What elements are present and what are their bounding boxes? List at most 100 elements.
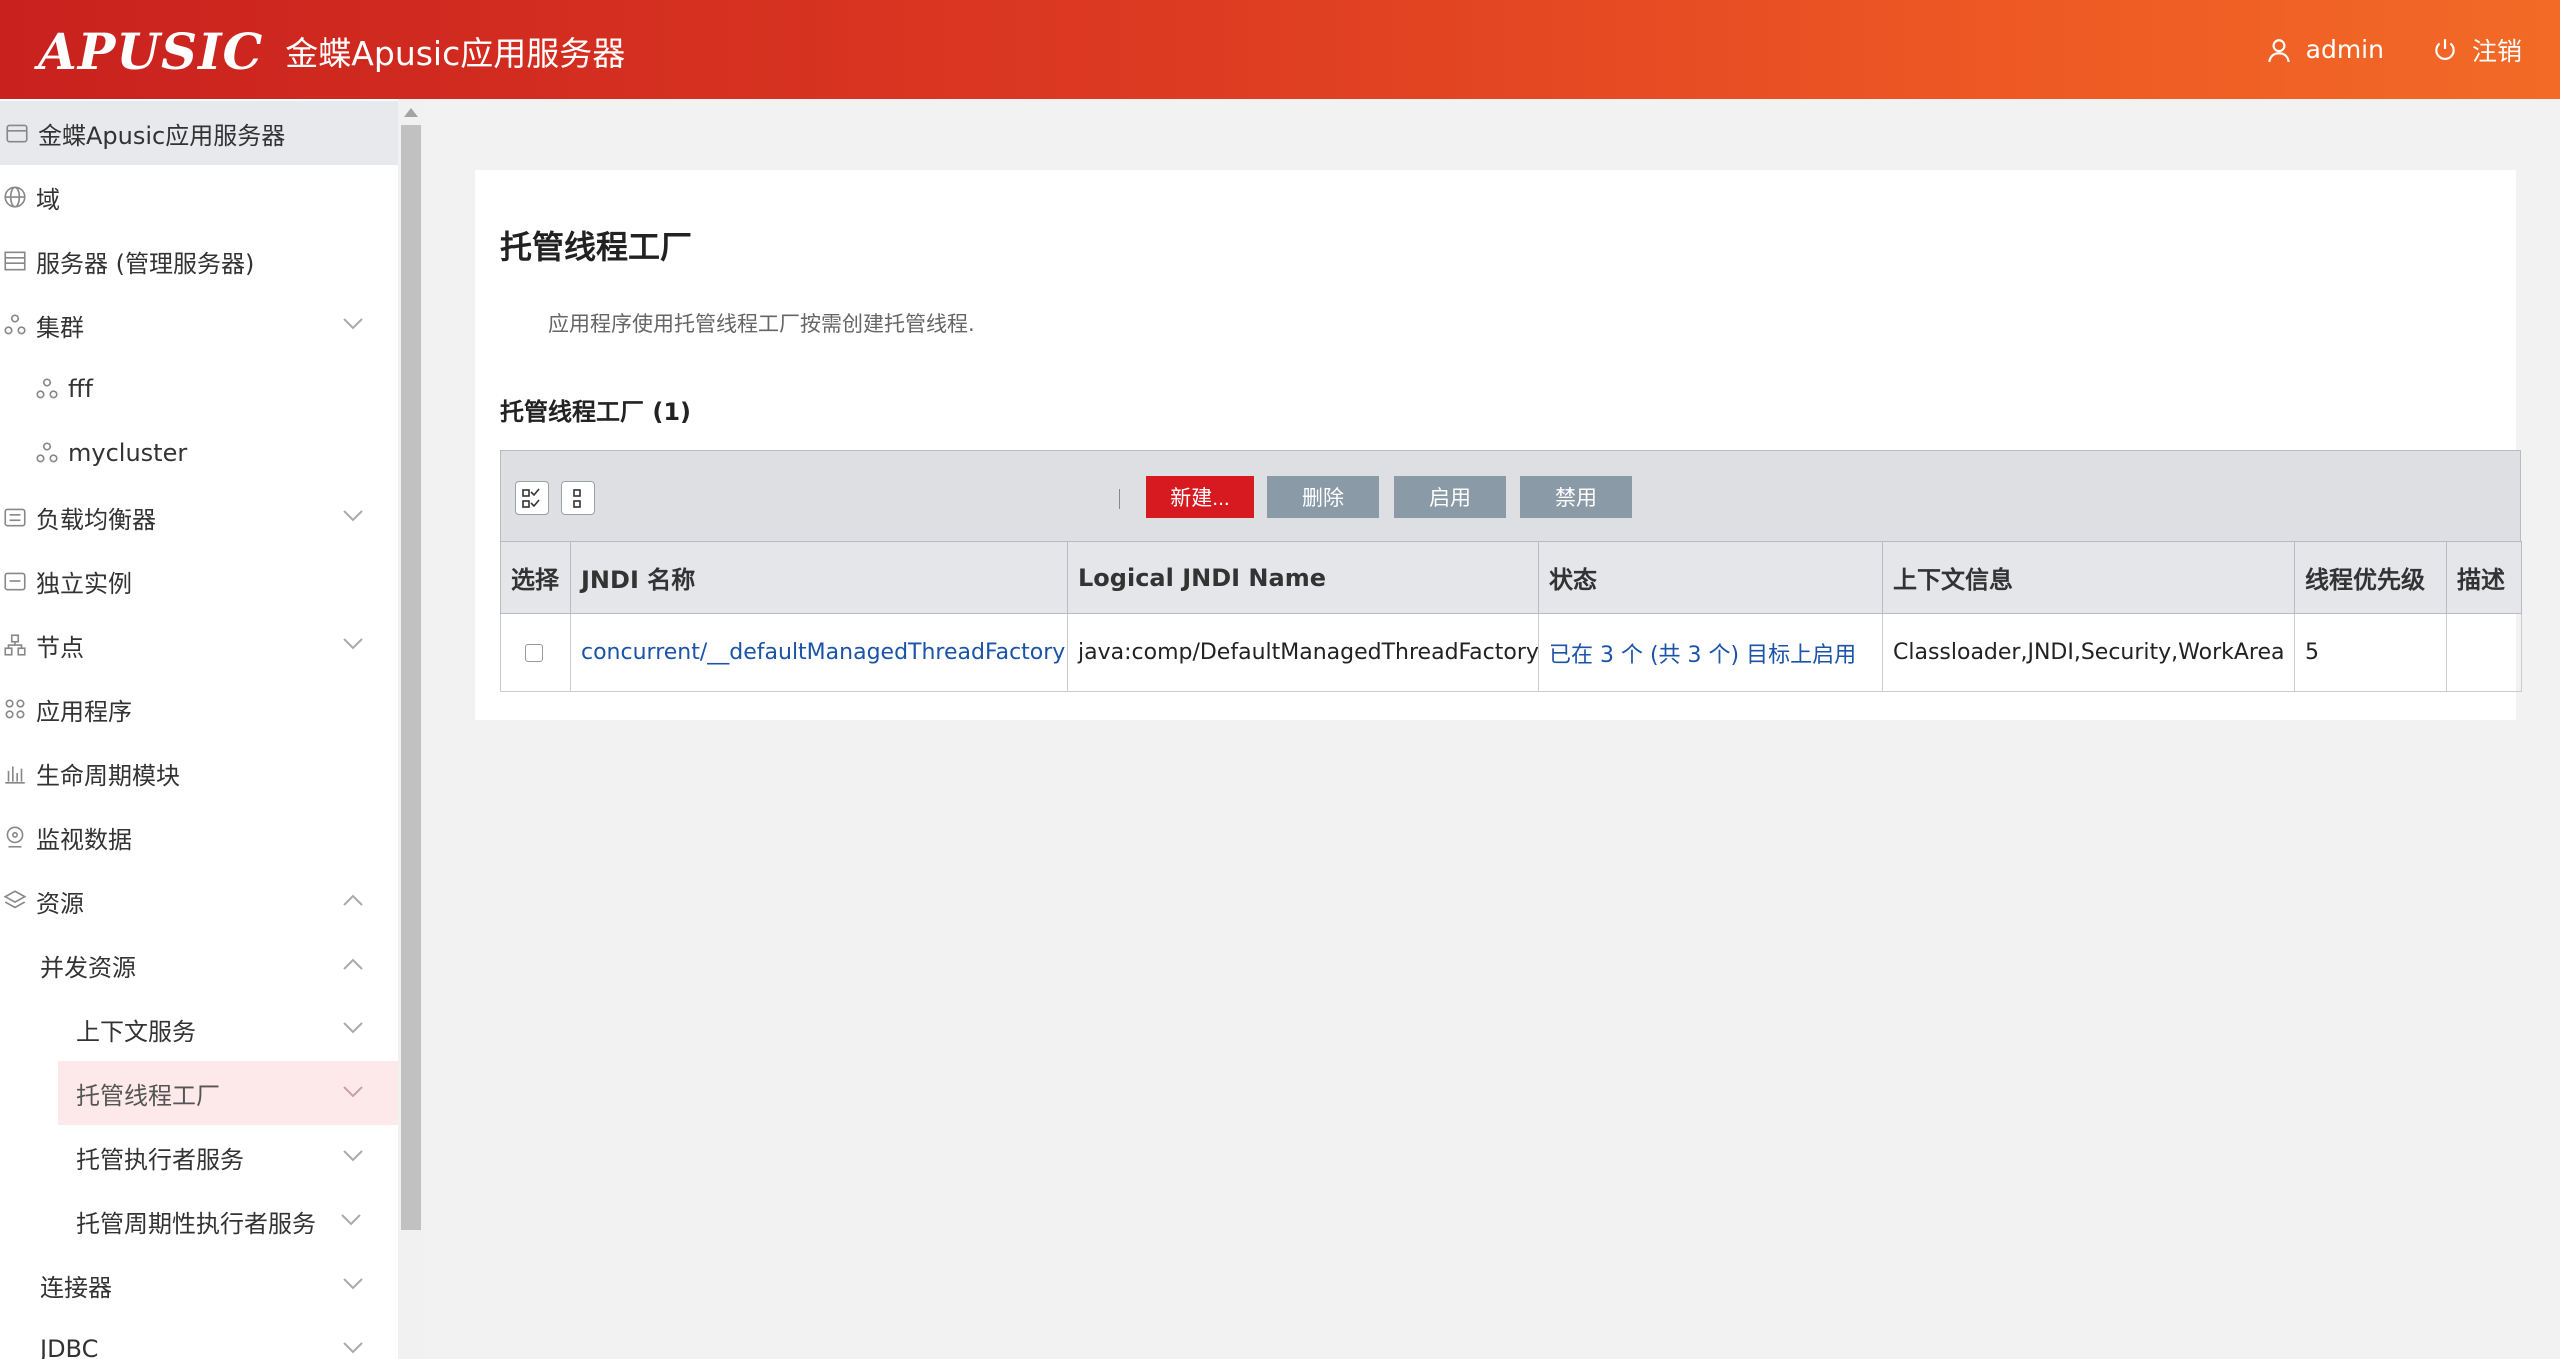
chevron-up-icon[interactable] [342, 893, 364, 907]
sidebar-item-domain[interactable]: 域 [0, 165, 398, 229]
sidebar-item-label: 域 [36, 185, 60, 214]
power-icon [2435, 38, 2455, 60]
chevron-down-icon[interactable] [342, 1021, 364, 1035]
monitor-icon [6, 826, 24, 848]
delete-button[interactable]: 删除 [1267, 476, 1379, 518]
deselect-all-icon [573, 489, 581, 508]
toolbar-separator [1119, 489, 1120, 509]
chevron-down-icon[interactable] [342, 1149, 364, 1163]
sidebar-item-monitoring[interactable]: 监视数据 [0, 805, 398, 869]
column-header-description[interactable]: 描述 [2446, 541, 2522, 614]
logout-label: 注销 [2471, 36, 2522, 66]
sidebar-item-managed-scheduled-executor-services[interactable]: 托管周期性执行者服务 [0, 1189, 398, 1253]
sidebar-item-label: 托管周期性执行者服务 [76, 1209, 316, 1238]
chevron-down-icon[interactable] [342, 509, 364, 523]
select-all-button[interactable] [515, 481, 549, 515]
sidebar-item-label: 服务器 (管理服务器) [36, 249, 255, 278]
sidebar-item-cluster-mycluster[interactable]: mycluster [0, 421, 398, 485]
sidebar-item-load-balancer[interactable]: 负载均衡器 [0, 485, 398, 549]
deselect-all-button[interactable] [561, 481, 595, 515]
sidebar-item-concurrent-resources[interactable]: 并发资源 [0, 933, 398, 997]
column-header-logical-jndi-name[interactable]: Logical JNDI Name [1067, 541, 1539, 614]
sidebar-scrollbar-thumb[interactable] [401, 125, 421, 1230]
new-button[interactable]: 新建... [1146, 476, 1254, 518]
chart-icon [5, 766, 25, 784]
chevron-up-icon[interactable] [342, 957, 364, 971]
chevron-down-icon[interactable] [342, 637, 364, 651]
chevron-down-icon[interactable] [342, 317, 364, 331]
server-root-icon [6, 124, 28, 143]
column-header-thread-priority[interactable]: 线程优先级 [2294, 541, 2447, 614]
sidebar-item-connectors[interactable]: 连接器 [0, 1253, 398, 1317]
sidebar-item-lifecycle-modules[interactable]: 生命周期模块 [0, 741, 398, 805]
sidebar-item-label: 资源 [36, 889, 84, 918]
sidebar-item-label: 监视数据 [36, 825, 132, 854]
sidebar-item-label: mycluster [68, 439, 188, 467]
sidebar-item-standalone-instance[interactable]: 独立实例 [0, 549, 398, 613]
table-row: concurrent/__defaultManagedThreadFactory… [500, 613, 2522, 692]
thread-factory-table: 选择 JNDI 名称 Logical JNDI Name 状态 上下文信息 线程… [500, 541, 2522, 692]
sidebar-item-apusic-server[interactable]: 金蝶Apusic应用服务器 [0, 101, 398, 165]
description-cell [2446, 613, 2522, 692]
enable-button[interactable]: 启用 [1394, 476, 1506, 518]
sidebar-item-managed-thread-factories[interactable]: 托管线程工厂 [58, 1061, 398, 1125]
sidebar-item-node[interactable]: 节点 [0, 613, 398, 677]
sidebar-item-context-services[interactable]: 上下文服务 [0, 997, 398, 1061]
sidebar-item-label: fff [68, 375, 93, 403]
sidebar-item-label: 应用程序 [36, 697, 132, 726]
user-icon [2267, 38, 2290, 62]
node-icon [4, 634, 26, 656]
logo: APUSIC 金蝶Apusic应用服务器 [38, 21, 626, 81]
chevron-down-icon[interactable] [342, 1277, 364, 1291]
sidebar-item-cluster[interactable]: 集群 [0, 293, 398, 357]
page-description: 应用程序使用托管线程工厂按需创建托管线程. [548, 312, 975, 336]
sidebar: 金蝶Apusic应用服务器 域 服务器 (管理服务器) 集群 fff myclu… [0, 99, 398, 1359]
cluster-icon [36, 442, 58, 463]
sidebar-item-label: 并发资源 [40, 953, 136, 982]
globe-icon [4, 186, 26, 208]
server-icon [4, 251, 26, 271]
sidebar-item-label: 集群 [36, 313, 84, 342]
app-title: 金蝶Apusic应用服务器 [285, 34, 626, 73]
logout-button[interactable]: 注销 [2432, 32, 2522, 68]
column-header-select: 选择 [500, 541, 571, 614]
table-toolbar: 新建... 删除 启用 禁用 [500, 450, 2521, 541]
sidebar-item-label: 连接器 [40, 1273, 112, 1302]
sidebar-item-label: 节点 [36, 633, 84, 662]
scroll-up-arrow-icon[interactable] [404, 108, 418, 117]
page-title: 托管线程工厂 [500, 228, 693, 266]
table-caption: 托管线程工厂 (1) [500, 398, 691, 426]
chevron-down-icon[interactable] [342, 1085, 364, 1099]
status-link[interactable]: 已在 3 个 (共 3 个) 目标上启用 [1549, 643, 1856, 668]
apps-icon [5, 699, 25, 719]
sidebar-item-jdbc[interactable]: JDBC [0, 1317, 398, 1359]
sidebar-item-label: 托管执行者服务 [76, 1145, 244, 1174]
sidebar-item-server[interactable]: 服务器 (管理服务器) [0, 229, 398, 293]
sidebar-item-label: 金蝶Apusic应用服务器 [38, 121, 286, 150]
sidebar-item-cluster-fff[interactable]: fff [0, 357, 398, 421]
sidebar-item-label: JDBC [40, 1335, 99, 1359]
sidebar-item-label: 上下文服务 [76, 1017, 196, 1046]
user-name: admin [2305, 35, 2384, 64]
context-info-cell: Classloader,JNDI,Security,WorkArea [1882, 613, 2295, 692]
sidebar-item-label: 负载均衡器 [36, 505, 156, 534]
sidebar-item-applications[interactable]: 应用程序 [0, 677, 398, 741]
sidebar-item-managed-executor-services[interactable]: 托管执行者服务 [0, 1125, 398, 1189]
user-menu[interactable]: admin [2266, 35, 2384, 64]
column-header-context-info[interactable]: 上下文信息 [1882, 541, 2295, 614]
disable-button[interactable]: 禁用 [1520, 476, 1632, 518]
chevron-down-icon[interactable] [342, 1341, 364, 1355]
table-header-row: 选择 JNDI 名称 Logical JNDI Name 状态 上下文信息 线程… [500, 541, 2522, 614]
sidebar-item-label: 独立实例 [36, 569, 132, 598]
cluster-icon [36, 378, 58, 399]
jndi-name-link[interactable]: concurrent/__defaultManagedThreadFactory [581, 640, 1065, 665]
logo-mark: APUSIC [38, 21, 264, 81]
logical-jndi-name-cell: java:comp/DefaultManagedThreadFactory [1067, 613, 1539, 692]
column-header-status[interactable]: 状态 [1538, 541, 1883, 614]
sidebar-item-resources[interactable]: 资源 [0, 869, 398, 933]
chevron-down-icon[interactable] [340, 1213, 362, 1227]
column-header-jndi-name[interactable]: JNDI 名称 [570, 541, 1068, 614]
row-select-checkbox[interactable] [525, 644, 543, 662]
load-balancer-icon [4, 508, 26, 527]
cluster-icon [4, 314, 26, 335]
